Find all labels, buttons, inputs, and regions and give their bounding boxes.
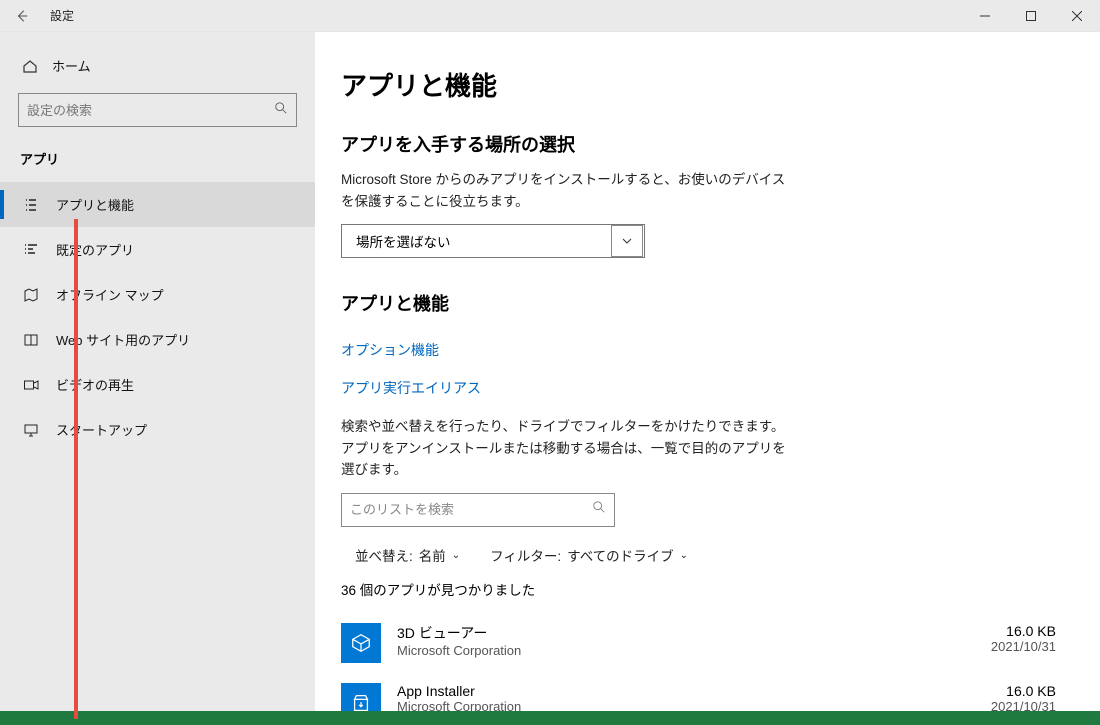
map-icon (22, 287, 40, 303)
install-source-dropdown[interactable]: 場所を選ばない (341, 224, 645, 258)
list-help-text: 検索や並べ替えを行ったり、ドライブでフィルターをかけたりできます。アプリをアンイ… (341, 416, 791, 481)
page-title: アプリと機能 (341, 66, 1060, 103)
app-execution-alias-link[interactable]: アプリ実行エイリアス (341, 378, 481, 398)
filter-value: すべてのドライブ (567, 545, 674, 565)
app-count: 36 個のアプリが見つかりました (341, 579, 1060, 599)
chevron-down-icon: ⌄ (452, 550, 460, 561)
arrow-left-icon (15, 9, 29, 23)
source-help-text: Microsoft Store からのみアプリをインストールすると、お使いのデバ… (341, 169, 791, 212)
chevron-down-icon (621, 235, 633, 247)
sidebar: ホーム アプリ アプリと機能 既定のアプリ (0, 32, 315, 720)
settings-search-input[interactable] (27, 103, 274, 118)
nav-default-apps[interactable]: 既定のアプリ (0, 227, 315, 272)
annotation-red-line (74, 219, 78, 719)
app-name: App Installer (397, 683, 924, 699)
home-label: ホーム (52, 56, 91, 75)
close-icon (1072, 11, 1082, 21)
close-button[interactable] (1054, 0, 1100, 32)
app-icon (341, 623, 381, 663)
filter-label: フィルター: (490, 545, 561, 565)
app-row[interactable]: 3D ビューアー Microsoft Corporation 16.0 KB 2… (341, 613, 1060, 673)
titlebar: 設定 (0, 0, 1100, 32)
nav-item-label: スタートアップ (56, 420, 147, 439)
nav-item-label: 既定のアプリ (56, 240, 134, 259)
window-title: 設定 (44, 7, 74, 24)
nav-offline-maps[interactable]: オフライン マップ (0, 272, 315, 317)
nav-apps-features[interactable]: アプリと機能 (0, 182, 315, 227)
dropdown-chevron (611, 225, 643, 257)
sort-label: 並べ替え: (355, 545, 413, 565)
app-list-search-input[interactable] (350, 502, 592, 517)
website-icon (22, 332, 40, 348)
nav-item-label: アプリと機能 (56, 195, 134, 214)
sort-selector[interactable]: 並べ替え: 名前 ⌄ (355, 545, 460, 565)
settings-search[interactable] (18, 93, 297, 127)
nav-item-label: オフライン マップ (56, 285, 164, 304)
apps-features-heading: アプリと機能 (341, 290, 1060, 316)
home-button[interactable]: ホーム (0, 50, 315, 93)
annotation-green-bar (0, 711, 1100, 725)
nav-apps-for-websites[interactable]: Web サイト用のアプリ (0, 317, 315, 362)
chevron-down-icon: ⌄ (680, 550, 688, 561)
app-publisher: Microsoft Corporation (397, 643, 924, 658)
minimize-icon (980, 11, 990, 21)
nav-section-header: アプリ (0, 149, 315, 182)
video-icon (22, 377, 40, 393)
back-button[interactable] (0, 9, 44, 23)
search-icon (274, 101, 288, 120)
sort-value: 名前 (419, 545, 446, 565)
defaults-icon (22, 242, 40, 258)
nav-item-label: ビデオの再生 (56, 375, 134, 394)
list-icon (22, 197, 40, 213)
search-icon (592, 500, 606, 519)
app-date: 2021/10/31 (940, 639, 1056, 654)
home-icon (22, 58, 38, 74)
minimize-button[interactable] (962, 0, 1008, 32)
main-content: アプリと機能 アプリを入手する場所の選択 Microsoft Store からの… (315, 32, 1100, 720)
app-size: 16.0 KB (940, 623, 1056, 639)
nav-startup[interactable]: スタートアップ (0, 407, 315, 452)
dropdown-value: 場所を選ばない (356, 231, 451, 251)
filter-selector[interactable]: フィルター: すべてのドライブ ⌄ (490, 545, 688, 565)
startup-icon (22, 422, 40, 438)
nav-video-playback[interactable]: ビデオの再生 (0, 362, 315, 407)
source-heading: アプリを入手する場所の選択 (341, 131, 1060, 157)
maximize-button[interactable] (1008, 0, 1054, 32)
optional-features-link[interactable]: オプション機能 (341, 340, 439, 360)
app-size: 16.0 KB (940, 683, 1056, 699)
maximize-icon (1026, 11, 1036, 21)
app-list-search[interactable] (341, 493, 615, 527)
app-name: 3D ビューアー (397, 623, 924, 643)
